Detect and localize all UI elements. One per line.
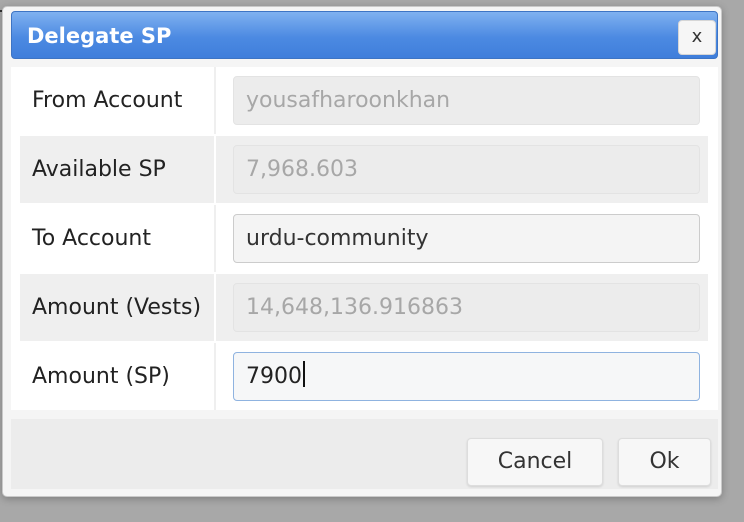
delegate-sp-dialog: Delegate SP x From Account yousafharoonk… <box>2 6 722 497</box>
to-account-label: To Account <box>20 205 216 272</box>
amount-sp-input[interactable]: 7900 <box>233 352 700 401</box>
ok-button[interactable]: Ok <box>618 438 711 486</box>
amount-vests-field: 14,648,136.916863 <box>233 283 700 332</box>
from-account-field: yousafharoonkhan <box>233 76 700 125</box>
form-row-amount-vests: Amount (Vests) 14,648,136.916863 <box>20 274 708 341</box>
amount-sp-label: Amount (SP) <box>20 343 216 410</box>
dialog-title: Delegate SP <box>27 24 172 48</box>
form-body: From Account yousafharoonkhan Available … <box>11 67 718 410</box>
available-sp-field: 7,968.603 <box>233 145 700 194</box>
form-row-available-sp: Available SP 7,968.603 <box>20 136 708 203</box>
form-row-to-account: To Account urdu-community <box>20 205 708 272</box>
close-button[interactable]: x <box>678 20 716 55</box>
from-account-label: From Account <box>20 67 216 134</box>
amount-sp-value: 7900 <box>246 364 302 389</box>
to-account-input[interactable]: urdu-community <box>233 214 700 263</box>
available-sp-label: Available SP <box>20 136 216 203</box>
dialog-footer: Cancel Ok <box>11 419 718 489</box>
form-row-from-account: From Account yousafharoonkhan <box>20 67 708 134</box>
cancel-button[interactable]: Cancel <box>467 438 603 486</box>
text-cursor <box>303 361 305 387</box>
dialog-titlebar: Delegate SP x <box>11 11 718 59</box>
form-row-amount-sp: Amount (SP) 7900 <box>20 343 708 410</box>
amount-vests-label: Amount (Vests) <box>20 274 216 341</box>
